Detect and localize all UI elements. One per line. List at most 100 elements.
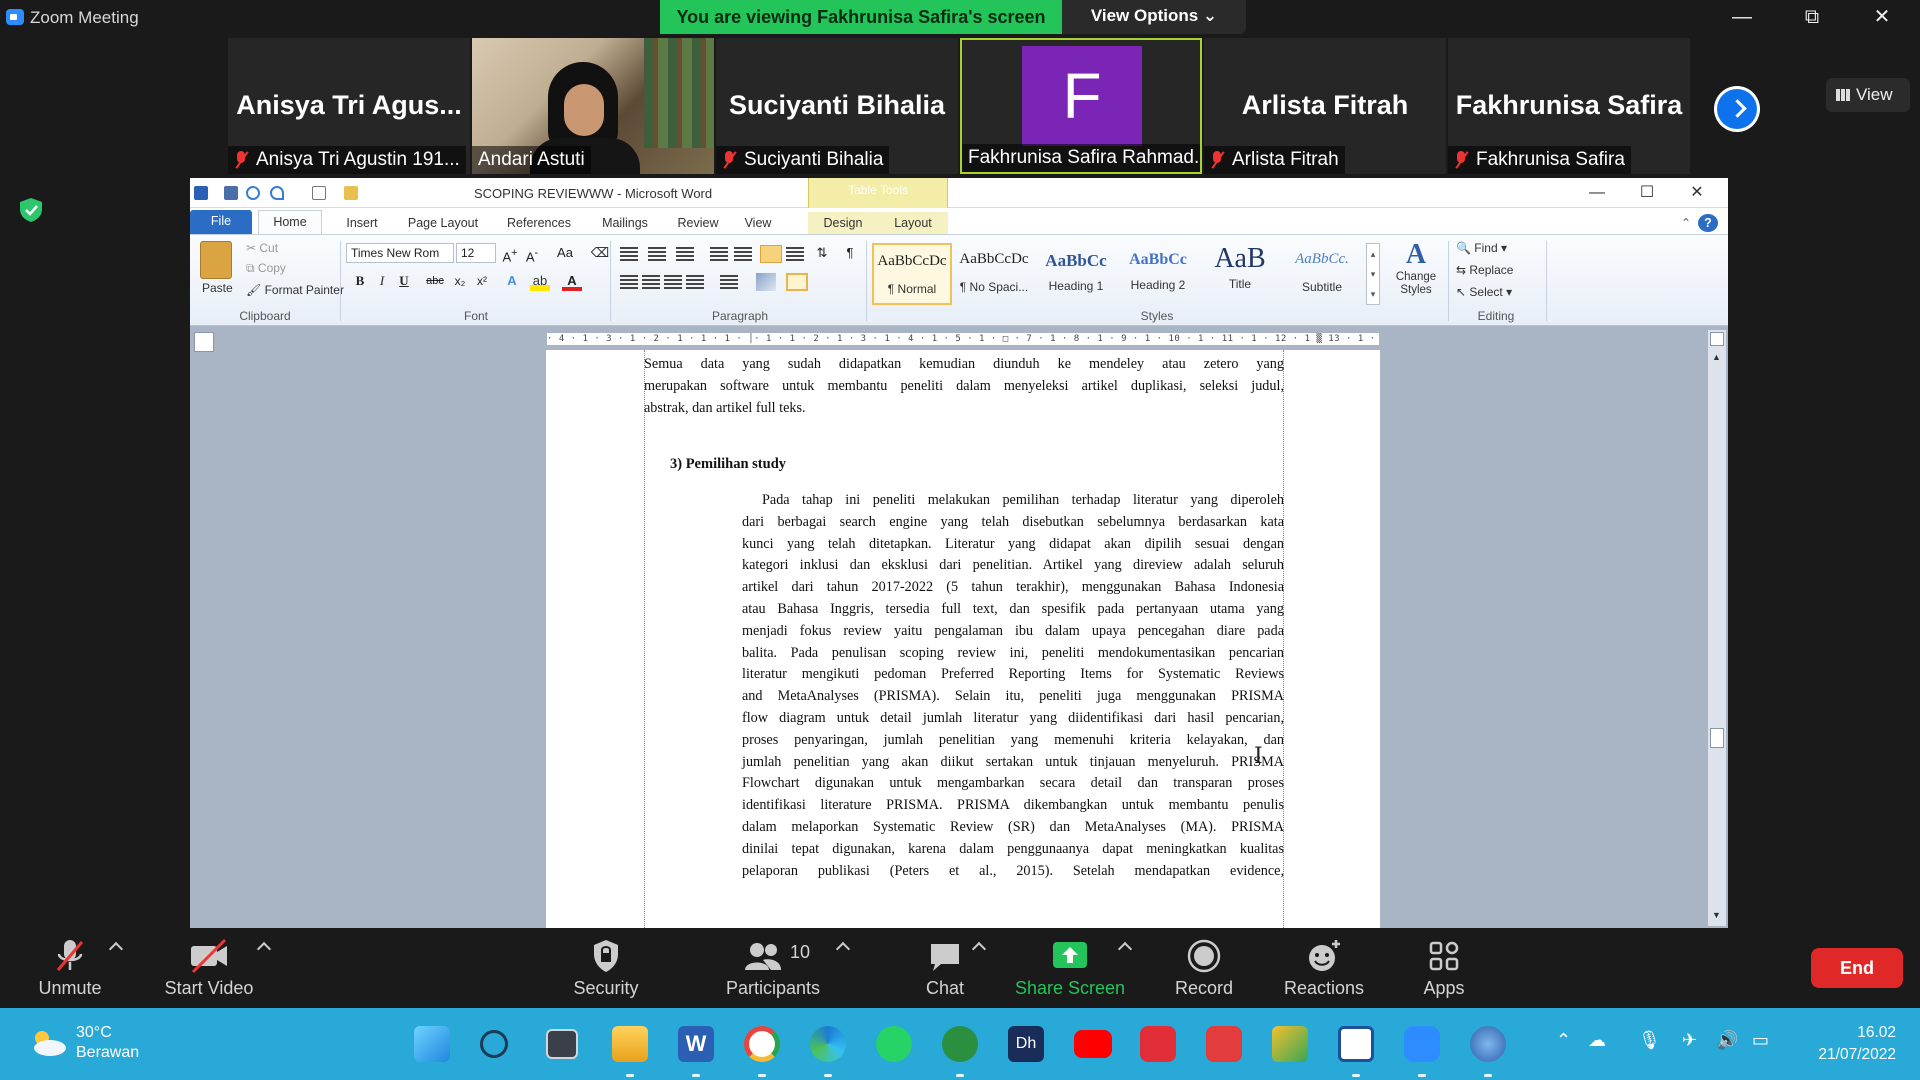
strikethrough-button[interactable]: abc bbox=[422, 271, 448, 291]
text-effects-icon[interactable]: A bbox=[502, 271, 522, 291]
change-styles-button[interactable]: A Change Styles bbox=[1390, 239, 1442, 309]
document-page[interactable]: Semua data yang sudah didapatkan kemudia… bbox=[546, 350, 1380, 928]
clear-formatting-icon[interactable]: ⌫ bbox=[590, 243, 610, 263]
close-icon[interactable]: ✕ bbox=[1862, 4, 1902, 30]
tab-insert[interactable]: Insert bbox=[332, 212, 392, 234]
document-app-icon[interactable] bbox=[1338, 1026, 1374, 1062]
line-spacing-icon[interactable] bbox=[720, 275, 738, 289]
ltr-text-icon[interactable] bbox=[760, 245, 782, 263]
show-formatting-icon[interactable]: ¶ bbox=[840, 243, 860, 263]
end-meeting-button[interactable]: End bbox=[1811, 948, 1903, 988]
font-color-icon[interactable]: A bbox=[562, 271, 582, 291]
participant-tile[interactable]: Arlista Fitrah Arlista Fitrah bbox=[1204, 38, 1446, 174]
style-heading-2[interactable]: AaBbCc Heading 2 bbox=[1118, 243, 1198, 305]
tab-layout[interactable]: Layout bbox=[878, 212, 948, 234]
chrome-icon[interactable] bbox=[744, 1026, 780, 1062]
start-video-button[interactable]: Start Video bbox=[154, 938, 264, 1004]
dh-app-icon[interactable]: Dh bbox=[1008, 1026, 1044, 1062]
show-hidden-icons-icon[interactable]: ⌃ bbox=[1556, 1030, 1571, 1051]
grow-font-icon[interactable]: A+ bbox=[500, 243, 520, 264]
apps-button[interactable]: Apps bbox=[1404, 938, 1484, 1004]
weather-widget[interactable]: 30°C Berawan bbox=[28, 1022, 188, 1066]
paste-icon[interactable] bbox=[200, 241, 232, 279]
replace-button[interactable]: ⇆ Replace bbox=[1456, 263, 1513, 277]
onedrive-cloud-icon[interactable]: ☁ bbox=[1588, 1030, 1606, 1051]
next-page-arrow-icon[interactable] bbox=[1714, 86, 1760, 132]
increase-indent-icon[interactable] bbox=[734, 247, 752, 261]
vertical-scrollbar[interactable]: ▲ ▼ bbox=[1708, 330, 1726, 926]
whatsapp-icon[interactable] bbox=[876, 1026, 912, 1062]
video-app-icon[interactable] bbox=[1206, 1026, 1242, 1062]
align-center-icon[interactable] bbox=[642, 275, 660, 289]
paragraph-1[interactable]: Semua data yang sudah didapatkan kemudia… bbox=[644, 354, 1284, 419]
chat-button[interactable]: Chat bbox=[908, 938, 982, 1004]
participants-button[interactable]: 10 Participants bbox=[714, 938, 832, 1004]
format-painter-button[interactable]: 🖌 Format Painter bbox=[246, 283, 344, 297]
encryption-shield-icon[interactable] bbox=[16, 196, 46, 224]
edge-icon[interactable] bbox=[810, 1026, 846, 1062]
font-size-select[interactable]: 12 bbox=[456, 243, 496, 263]
volume-icon[interactable]: 🔊 bbox=[1716, 1030, 1738, 1051]
superscript-button[interactable]: x² bbox=[472, 271, 492, 291]
underline-button[interactable]: U bbox=[394, 271, 414, 291]
select-button[interactable]: ↖ Select ▾ bbox=[1456, 285, 1512, 299]
new-document-icon[interactable] bbox=[312, 186, 326, 200]
font-name-select[interactable]: Times New Rom bbox=[346, 243, 454, 263]
task-view-icon[interactable] bbox=[546, 1029, 578, 1059]
system-clock[interactable]: 16.02 21/07/2022 bbox=[1796, 1022, 1896, 1066]
tab-references[interactable]: References bbox=[496, 212, 582, 234]
restore-icon[interactable]: ⧉ bbox=[1792, 4, 1832, 30]
bold-button[interactable]: B bbox=[350, 271, 370, 291]
search-icon[interactable] bbox=[480, 1030, 508, 1058]
minimize-ribbon-icon[interactable]: ⌃ bbox=[1676, 212, 1696, 234]
undo-icon[interactable] bbox=[270, 186, 284, 200]
reactions-button[interactable]: Reactions bbox=[1274, 938, 1374, 1004]
align-left-icon[interactable] bbox=[620, 275, 638, 289]
highlight-icon[interactable]: ab bbox=[530, 271, 550, 291]
tab-file[interactable]: File bbox=[190, 210, 252, 234]
copy-button[interactable]: ⧉ Copy bbox=[246, 261, 286, 276]
justify-icon[interactable] bbox=[686, 275, 704, 289]
save-icon[interactable] bbox=[224, 186, 238, 200]
participant-tile[interactable]: Anisya Tri Agus... Anisya Tri Agustin 19… bbox=[228, 38, 470, 174]
tab-mailings[interactable]: Mailings bbox=[590, 212, 660, 234]
puzzle-app-icon[interactable] bbox=[1272, 1026, 1308, 1062]
style-subtitle[interactable]: AaBbCc. Subtitle bbox=[1282, 243, 1362, 305]
tab-home[interactable]: Home bbox=[258, 210, 322, 234]
word-close-icon[interactable]: ✕ bbox=[1682, 182, 1712, 204]
decrease-indent-icon[interactable] bbox=[710, 247, 728, 261]
tab-design[interactable]: Design bbox=[808, 212, 878, 234]
zoom-taskbar-icon[interactable] bbox=[1404, 1026, 1440, 1062]
numbering-icon[interactable] bbox=[648, 247, 666, 261]
style-title[interactable]: AaB Title bbox=[1200, 243, 1280, 305]
scroll-up-icon[interactable]: ▲ bbox=[1712, 352, 1721, 362]
change-case-icon[interactable]: Aa bbox=[550, 243, 580, 263]
align-right-icon[interactable] bbox=[664, 275, 682, 289]
vpn-app-icon[interactable] bbox=[1470, 1026, 1506, 1062]
word-taskbar-icon[interactable]: W bbox=[678, 1026, 714, 1062]
tab-view[interactable]: View bbox=[734, 212, 782, 234]
shading-icon[interactable] bbox=[756, 273, 776, 291]
unmute-button[interactable]: Unmute bbox=[30, 938, 110, 1004]
microphone-icon[interactable]: 🎙 bbox=[1638, 1030, 1661, 1051]
subscript-button[interactable]: x₂ bbox=[450, 271, 470, 291]
audio-options-caret-icon[interactable] bbox=[108, 941, 124, 957]
tab-selector[interactable] bbox=[194, 332, 214, 352]
participant-tile[interactable]: Fakhrunisa Safira Fakhrunisa Safira bbox=[1448, 38, 1690, 174]
participant-tile[interactable]: Suciyanti Bihalia Suciyanti Bihalia bbox=[716, 38, 958, 174]
view-layout-button[interactable]: View bbox=[1826, 78, 1910, 112]
security-button[interactable]: Security bbox=[566, 938, 646, 1004]
minimize-icon[interactable]: — bbox=[1722, 4, 1762, 30]
participant-tile-active-speaker[interactable]: F Fakhrunisa Safira Rahmad... bbox=[960, 38, 1202, 174]
view-options-button[interactable]: View Options ⌄ bbox=[1062, 0, 1246, 34]
share-screen-button[interactable]: Share Screen bbox=[1010, 938, 1130, 1004]
scrollbar-thumb[interactable] bbox=[1710, 728, 1724, 748]
open-folder-icon[interactable] bbox=[344, 186, 358, 200]
bullets-icon[interactable] bbox=[620, 247, 638, 261]
paste-button[interactable]: Paste bbox=[202, 281, 233, 295]
cut-button[interactable]: ✂ Cut bbox=[246, 241, 278, 255]
shrink-font-icon[interactable]: A- bbox=[522, 243, 542, 264]
italic-button[interactable]: I bbox=[372, 271, 392, 291]
horizontal-ruler[interactable]: · 4 · 1 · 3 · 1 · 2 · 1 · 1 · 1 · │· 1 ·… bbox=[546, 332, 1380, 346]
styles-scroll-icon[interactable]: ▴ ▾ ▾ bbox=[1366, 243, 1380, 305]
